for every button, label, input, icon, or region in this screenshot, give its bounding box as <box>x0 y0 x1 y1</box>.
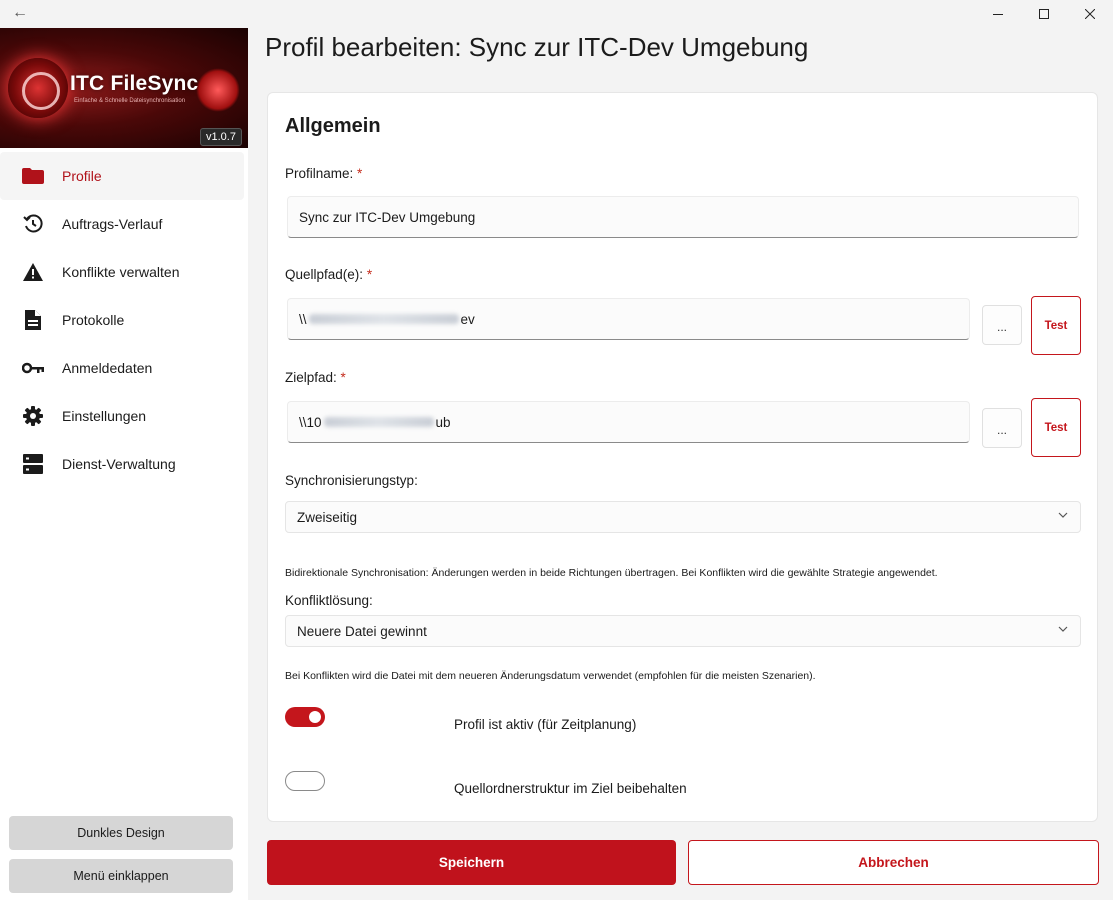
chevron-down-icon <box>1058 626 1068 632</box>
version-badge: v1.0.7 <box>200 128 242 146</box>
warning-icon <box>22 262 44 282</box>
logo-brand: ITC FileSync <box>70 72 199 95</box>
app-logo: ITC FileSync Einfache & Schnelle Dateisy… <box>0 28 248 148</box>
profile-name-input[interactable]: Sync zur ITC-Dev Umgebung <box>287 196 1079 238</box>
conflict-select[interactable]: Neuere Datei gewinnt <box>285 615 1081 647</box>
sidebar-item-label: Dienst-Verwaltung <box>62 456 176 472</box>
back-arrow-icon[interactable]: ← <box>8 2 32 24</box>
sync-type-hint: Bidirektionale Synchronisation: Änderung… <box>285 567 938 579</box>
cloud-logo-icon <box>196 68 240 112</box>
sidebar-item-logs[interactable]: Protokolle <box>0 296 248 344</box>
target-path-input[interactable]: \\10 ub <box>287 401 970 443</box>
maximize-icon[interactable] <box>1021 0 1067 28</box>
source-test-button[interactable]: Test <box>1031 296 1081 355</box>
history-icon <box>22 214 44 234</box>
minimize-icon[interactable] <box>975 0 1021 28</box>
collapse-menu-button[interactable]: Menü einklappen <box>9 859 233 893</box>
sidebar-item-conflicts[interactable]: Konflikte verwalten <box>0 248 248 296</box>
gear-icon <box>22 406 44 426</box>
sidebar-item-credentials[interactable]: Anmeldedaten <box>0 344 248 392</box>
source-path-label: Quellpfad(e): * <box>285 267 373 282</box>
sidebar-item-label: Profile <box>62 168 102 184</box>
profile-name-label: Profilname: * <box>285 166 363 181</box>
sidebar-item-label: Anmeldedaten <box>62 360 153 376</box>
sidebar: ITC FileSync Einfache & Schnelle Dateisy… <box>0 28 248 900</box>
sidebar-item-settings[interactable]: Einstellungen <box>0 392 248 440</box>
keep-structure-label: Quellordnerstruktur im Ziel beibehalten <box>454 781 687 796</box>
sync-type-label: Synchronisierungstyp: <box>285 473 418 488</box>
close-icon[interactable] <box>1067 0 1113 28</box>
key-icon <box>22 358 44 378</box>
server-icon <box>22 454 44 474</box>
sidebar-item-label: Auftrags-Verlauf <box>62 216 163 232</box>
dark-theme-button[interactable]: Dunkles Design <box>9 816 233 850</box>
target-path-label: Zielpfad: * <box>285 370 346 385</box>
logo-tagline: Einfache & Schnelle Dateisynchronisation <box>74 98 186 104</box>
title-bar: ← <box>0 0 1113 28</box>
cancel-button[interactable]: Abbrechen <box>688 840 1099 885</box>
sidebar-item-label: Konflikte verwalten <box>62 264 180 280</box>
conflict-hint: Bei Konflikten wird die Datei mit dem ne… <box>285 670 816 682</box>
target-test-button[interactable]: Test <box>1031 398 1081 457</box>
profile-active-toggle[interactable] <box>285 707 325 727</box>
save-button[interactable]: Speichern <box>267 840 676 885</box>
source-path-input[interactable]: \\ ev <box>287 298 970 340</box>
keep-structure-toggle[interactable] <box>285 771 325 791</box>
sidebar-nav: Profile Auftrags-Verlauf Konflikte verwa… <box>0 152 248 488</box>
sidebar-item-label: Protokolle <box>62 312 125 328</box>
sidebar-item-history[interactable]: Auftrags-Verlauf <box>0 200 248 248</box>
sync-logo-icon <box>8 58 68 118</box>
sync-type-select[interactable]: Zweiseitig <box>285 501 1081 533</box>
folder-icon <box>22 166 44 186</box>
section-title: Allgemein <box>285 115 381 137</box>
chevron-down-icon <box>1058 512 1068 518</box>
conflict-label: Konfliktlösung: <box>285 593 373 608</box>
profile-active-label: Profil ist aktiv (für Zeitplanung) <box>454 717 637 732</box>
sidebar-item-service[interactable]: Dienst-Verwaltung <box>0 440 248 488</box>
sidebar-item-label: Einstellungen <box>62 408 147 424</box>
redacted-path <box>308 314 459 324</box>
redacted-path <box>323 417 434 427</box>
window-controls <box>975 0 1113 28</box>
sidebar-item-profile[interactable]: Profile <box>0 152 244 200</box>
page-title: Profil bearbeiten: Sync zur ITC-Dev Umge… <box>265 32 809 62</box>
profile-form-card: Allgemein Profilname: * Sync zur ITC-Dev… <box>267 92 1098 822</box>
document-icon <box>22 310 44 330</box>
target-browse-button[interactable]: ... <box>982 408 1022 448</box>
source-browse-button[interactable]: ... <box>982 305 1022 345</box>
